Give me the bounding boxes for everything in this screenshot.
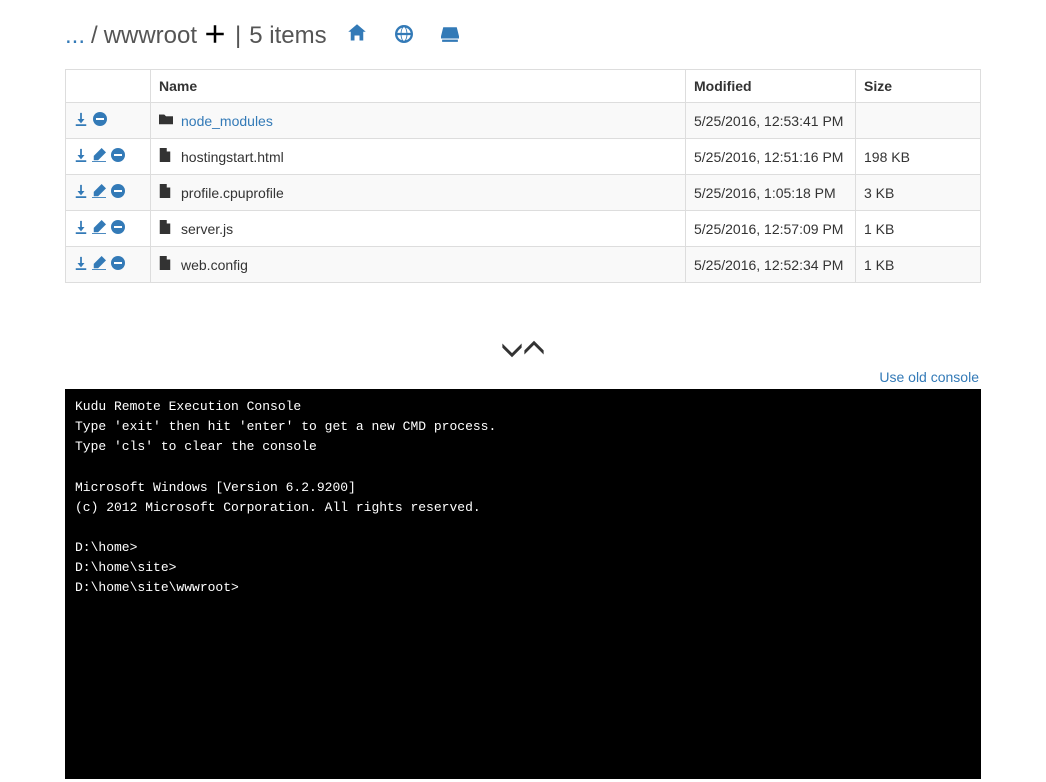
breadcrumb-bar: | bbox=[235, 22, 241, 50]
size-cell: 3 KB bbox=[856, 175, 981, 211]
file-icon bbox=[159, 256, 173, 273]
file-table: Name Modified Size node_modules 5/25/2016… bbox=[65, 69, 981, 283]
size-cell: 1 KB bbox=[856, 211, 981, 247]
modified-cell: 5/25/2016, 12:57:09 PM bbox=[686, 211, 856, 247]
size-cell: 1 KB bbox=[856, 247, 981, 283]
breadcrumb: ... / wwwroot | 5 items bbox=[65, 20, 981, 51]
console-toggle bbox=[65, 338, 981, 363]
delete-icon[interactable] bbox=[110, 219, 126, 238]
folder-name-link[interactable]: node_modules bbox=[181, 113, 273, 129]
delete-icon[interactable] bbox=[110, 147, 126, 166]
globe-icon[interactable] bbox=[395, 22, 413, 50]
breadcrumb-current: wwwroot bbox=[104, 22, 197, 50]
edit-icon[interactable] bbox=[92, 148, 106, 165]
table-row: web.config 5/25/2016, 12:52:34 PM1 KB bbox=[66, 247, 981, 283]
chevron-up-icon[interactable] bbox=[525, 347, 543, 363]
col-actions-header bbox=[66, 70, 151, 103]
size-cell bbox=[856, 103, 981, 139]
edit-icon[interactable] bbox=[92, 256, 106, 273]
download-icon[interactable] bbox=[74, 148, 88, 165]
col-modified-header[interactable]: Modified bbox=[686, 70, 856, 103]
edit-icon[interactable] bbox=[92, 184, 106, 201]
file-icon bbox=[159, 220, 173, 237]
delete-icon[interactable] bbox=[110, 183, 126, 202]
home-icon[interactable] bbox=[347, 22, 367, 50]
disk-icon[interactable] bbox=[441, 22, 459, 50]
chevron-down-icon[interactable] bbox=[503, 347, 525, 363]
download-icon[interactable] bbox=[74, 220, 88, 237]
console-output[interactable]: Kudu Remote Execution Console Type 'exit… bbox=[65, 389, 981, 779]
download-icon[interactable] bbox=[74, 184, 88, 201]
modified-cell: 5/25/2016, 1:05:18 PM bbox=[686, 175, 856, 211]
edit-icon[interactable] bbox=[92, 220, 106, 237]
file-name: hostingstart.html bbox=[181, 149, 284, 165]
size-cell: 198 KB bbox=[856, 139, 981, 175]
file-icon bbox=[159, 184, 173, 201]
use-old-console-link[interactable]: Use old console bbox=[879, 369, 979, 385]
breadcrumb-parent-link[interactable]: ... bbox=[65, 22, 85, 50]
table-row: server.js 5/25/2016, 12:57:09 PM1 KB bbox=[66, 211, 981, 247]
folder-icon bbox=[159, 112, 173, 129]
table-row: profile.cpuprofile 5/25/2016, 1:05:18 PM3… bbox=[66, 175, 981, 211]
file-name: profile.cpuprofile bbox=[181, 185, 284, 201]
col-name-header[interactable]: Name bbox=[151, 70, 686, 103]
file-name: server.js bbox=[181, 221, 233, 237]
modified-cell: 5/25/2016, 12:53:41 PM bbox=[686, 103, 856, 139]
delete-icon[interactable] bbox=[92, 111, 108, 130]
download-icon[interactable] bbox=[74, 256, 88, 273]
modified-cell: 5/25/2016, 12:52:34 PM bbox=[686, 247, 856, 283]
col-size-header[interactable]: Size bbox=[856, 70, 981, 103]
modified-cell: 5/25/2016, 12:51:16 PM bbox=[686, 139, 856, 175]
table-row: node_modules 5/25/2016, 12:53:41 PM bbox=[66, 103, 981, 139]
file-icon bbox=[159, 148, 173, 165]
download-icon[interactable] bbox=[74, 112, 88, 129]
item-count: 5 items bbox=[249, 22, 326, 50]
add-icon[interactable] bbox=[205, 20, 225, 51]
delete-icon[interactable] bbox=[110, 255, 126, 274]
breadcrumb-separator: / bbox=[91, 22, 98, 50]
file-name: web.config bbox=[181, 257, 248, 273]
table-row: hostingstart.html 5/25/2016, 12:51:16 PM1… bbox=[66, 139, 981, 175]
